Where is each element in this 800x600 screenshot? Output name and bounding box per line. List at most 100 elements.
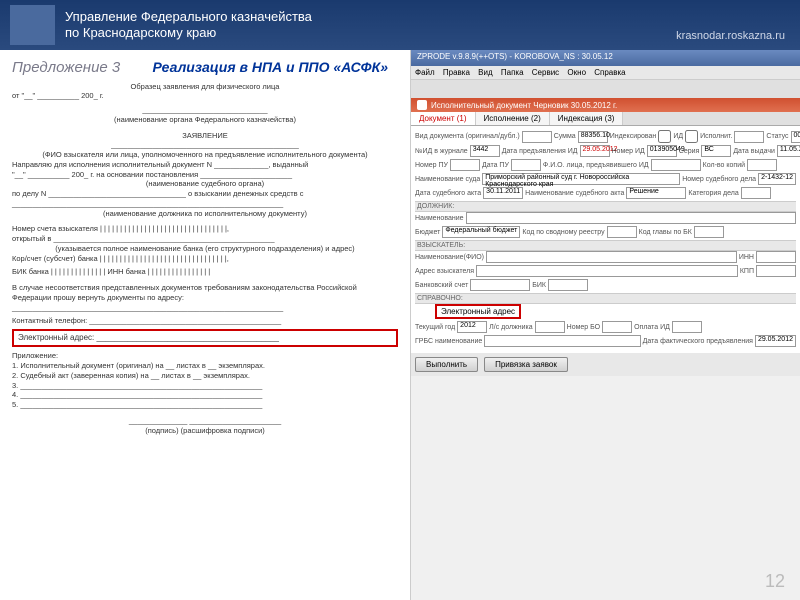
nomerpu-label: Номер ПУ	[415, 162, 448, 169]
menu-help[interactable]: Справка	[594, 68, 625, 77]
bik-text: БИК банка | | | | | | | | | | | | | | ИН…	[12, 267, 398, 277]
bk-label: Код главы по БК	[639, 229, 692, 236]
kor-text: Кор/счет (субсчет) банка | | | | | | | |…	[12, 254, 398, 264]
datepred-input[interactable]: 29.05.2012	[580, 145, 610, 157]
status-label: Статус	[766, 133, 788, 140]
factdate-label: Дата фактического предъявления	[643, 338, 753, 345]
form-area: Вид документа (оригинал/дубл.) Сумма8835…	[411, 126, 800, 353]
org-line1: Управление Федерального казначейства	[65, 9, 312, 25]
att-5: 5. _____________________________________…	[12, 400, 398, 410]
dateissue-input[interactable]: 11.05.2012	[777, 145, 800, 157]
actname-label: Наименование судебного акта	[525, 190, 624, 197]
inn-label: ИНН	[739, 254, 754, 261]
tab-bar: Документ (1) Исполнение (2) Индексация (…	[411, 112, 800, 126]
actname-input[interactable]: Решение	[626, 187, 686, 199]
tab-execution[interactable]: Исполнение (2)	[476, 112, 550, 125]
menu-folder[interactable]: Папка	[501, 68, 524, 77]
app-titlebar: ZPRODE v.9.8.9(++OTS) - KOROBOVA_NS : 30…	[411, 50, 800, 66]
category-input[interactable]	[741, 187, 771, 199]
journal-input[interactable]: 3442	[470, 145, 500, 157]
org-note: (наименование органа Федерального казнач…	[12, 115, 398, 125]
ispolnit-input[interactable]	[734, 131, 764, 143]
status-input[interactable]: 000	[791, 131, 800, 143]
site-url: krasnodar.roskazna.ru	[676, 30, 785, 42]
ispolnit-label: Исполнит.	[700, 133, 732, 140]
menu-file[interactable]: Файл	[415, 68, 435, 77]
copies-label: Кол-во копий	[703, 162, 745, 169]
lsd-label: Л/с должника	[489, 324, 532, 331]
datepu-label: Дата ПУ	[482, 162, 509, 169]
budget-label: Бюджет	[415, 229, 440, 236]
datepred-label: Дата предъявления ИД	[502, 148, 578, 155]
category-label: Категория дела	[688, 190, 738, 197]
budget-input[interactable]: Федеральный бюджет	[442, 226, 520, 238]
datepu-input[interactable]	[511, 159, 541, 171]
nomerpu-input[interactable]	[450, 159, 480, 171]
fiopred-input[interactable]	[651, 159, 701, 171]
statement-title: ЗАЯВЛЕНИЕ	[12, 131, 398, 141]
svod-label: Код по сводному реестру	[522, 229, 604, 236]
court-input[interactable]: Приморский районный суд г. Новороссийска…	[482, 173, 680, 185]
kpp-input[interactable]	[756, 265, 796, 277]
copies-input[interactable]	[747, 159, 777, 171]
org-line2: по Краснодарскому краю	[65, 25, 312, 41]
nomerid-input[interactable]: 013905049	[647, 145, 677, 157]
tab-indexation[interactable]: Индексация (3)	[550, 112, 624, 125]
email-label: Электронный адрес: _____________________…	[18, 333, 279, 342]
fiopred-label: Ф.И.О. лица, предъявившего ИД	[543, 162, 649, 169]
sample-title: Образец заявления для физического лица	[12, 82, 398, 92]
menu-window[interactable]: Окно	[567, 68, 586, 77]
lsd-input[interactable]	[535, 321, 565, 333]
id-checkbox[interactable]	[685, 130, 698, 143]
kpp-label: КПП	[740, 268, 754, 275]
fio-note: (ФИО взыскателя или лица, уполномоченног…	[12, 150, 398, 160]
fio-label: Наименование(ФИО)	[415, 254, 484, 261]
execute-button[interactable]: Выполнить	[415, 357, 478, 372]
oplata-label: Оплата ИД	[634, 324, 670, 331]
factdate-input[interactable]: 29.05.2012	[755, 335, 796, 347]
addr-input[interactable]	[476, 265, 738, 277]
claimant-section: ВЗЫСКАТЕЛЬ:	[415, 240, 796, 251]
journal-label: №ИД в журнале	[415, 148, 468, 155]
inn-input[interactable]	[756, 251, 796, 263]
menu-edit[interactable]: Правка	[443, 68, 470, 77]
bikf-input[interactable]	[548, 279, 588, 291]
menu-service[interactable]: Сервис	[532, 68, 559, 77]
addr-label: Адрес взыскателя	[415, 268, 474, 275]
bo-label: Номер БО	[567, 324, 600, 331]
att-4: 4. _____________________________________…	[12, 390, 398, 400]
case-text: по делу N ______________________________…	[12, 189, 398, 199]
year-input[interactable]: 2012	[457, 321, 487, 333]
bo-input[interactable]	[602, 321, 632, 333]
fio-input[interactable]	[486, 251, 737, 263]
opened-text: открытый в _____________________________…	[12, 234, 398, 244]
grbs-input[interactable]	[484, 335, 640, 347]
main-title: Реализация в НПА и ППО «АСФК»	[153, 59, 389, 75]
email-highlight-app: Электронный адрес	[435, 304, 521, 319]
tab-document[interactable]: Документ (1)	[411, 112, 476, 125]
bankacc-label: Банковский счет	[415, 282, 468, 289]
mismatch-text: В случае несоответствия представленных д…	[12, 283, 398, 303]
bk-input[interactable]	[694, 226, 724, 238]
indexed-checkbox[interactable]	[658, 130, 671, 143]
name-label: Наименование	[415, 215, 464, 222]
bind-button[interactable]: Привязка заявок	[484, 357, 568, 372]
att-2: 2. Судебный акт (заверенная копия) на __…	[12, 371, 398, 381]
bankacc-input[interactable]	[470, 279, 530, 291]
email-highlight-box: Электронный адрес: _____________________…	[12, 329, 398, 347]
menu-view[interactable]: Вид	[478, 68, 492, 77]
name-input[interactable]	[466, 212, 796, 224]
debtor-section: ДОЛЖНИК:	[415, 201, 796, 212]
document-pane: Предложение 3 Реализация в НПА и ППО «АС…	[0, 50, 410, 600]
svod-input[interactable]	[607, 226, 637, 238]
caseno-input[interactable]: 2-1432-12	[758, 173, 796, 185]
sum-label: Сумма	[554, 133, 576, 140]
seria-input[interactable]: ВС	[701, 145, 731, 157]
proposal-label: Предложение 3	[12, 59, 120, 76]
oplata-input[interactable]	[672, 321, 702, 333]
sum-input[interactable]: 88356.10	[578, 131, 608, 143]
vid-input[interactable]	[522, 131, 552, 143]
app-menu: Файл Правка Вид Папка Сервис Окно Справк…	[411, 66, 800, 80]
actdate-input[interactable]: 30.11.2011	[483, 187, 523, 199]
signature-note: (подпись) (расшифровка подписи)	[12, 426, 398, 436]
